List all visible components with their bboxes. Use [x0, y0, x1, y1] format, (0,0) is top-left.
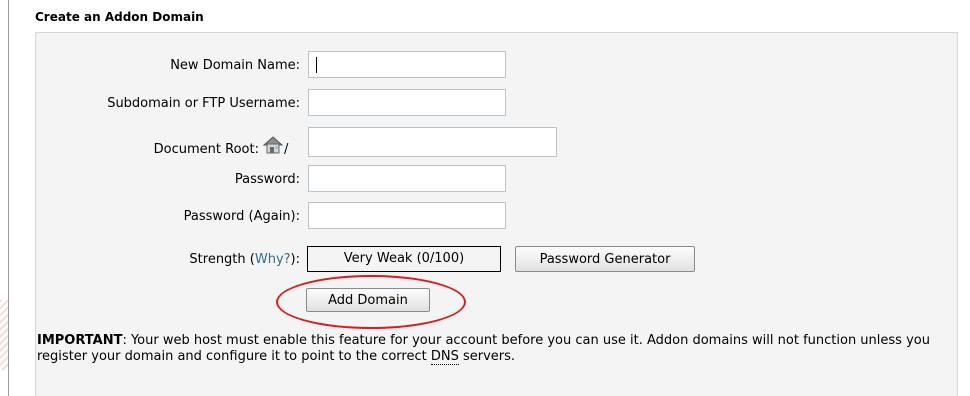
strength-label-prefix: Strength ( — [189, 252, 255, 267]
new-domain-input[interactable] — [308, 51, 506, 78]
strength-label-suffix: ): — [290, 252, 300, 267]
add-domain-button[interactable]: Add Domain — [306, 288, 430, 312]
password-again-label: Password (Again): — [183, 209, 300, 224]
important-text-2: servers. — [458, 349, 516, 364]
section-title: Create an Addon Domain — [35, 10, 204, 24]
password-generator-button[interactable]: Password Generator — [515, 246, 695, 272]
subdomain-input[interactable] — [308, 89, 506, 116]
password-input[interactable] — [308, 165, 506, 192]
strength-label: Strength (Why?): — [189, 252, 300, 267]
left-border — [8, 0, 9, 396]
important-label: IMPORTANT — [37, 333, 123, 348]
house-icon[interactable] — [262, 134, 284, 156]
dns-abbreviation: DNS — [430, 349, 459, 365]
document-root-prefix: / — [284, 142, 289, 157]
password-label: Password: — [234, 172, 300, 187]
text-cursor — [316, 57, 317, 73]
why-link[interactable]: Why? — [255, 252, 291, 267]
document-root-label: Document Root: — [153, 142, 259, 157]
document-root-input[interactable] — [308, 127, 557, 157]
important-note: IMPORTANT: Your web host must enable thi… — [37, 333, 949, 365]
new-domain-label: New Domain Name: — [170, 58, 300, 73]
subdomain-label: Subdomain or FTP Username: — [107, 96, 300, 111]
strength-meter: Very Weak (0/100) — [307, 246, 501, 272]
stamp-watermark — [0, 300, 8, 370]
password-again-input[interactable] — [308, 202, 506, 229]
